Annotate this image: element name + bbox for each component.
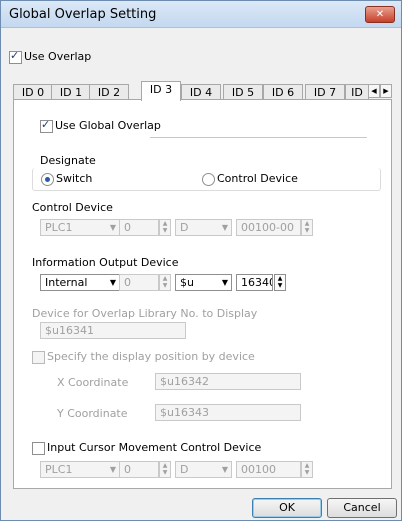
chevron-down-icon: ▼	[221, 223, 228, 232]
title-bar: Global Overlap Setting ✕	[1, 1, 401, 28]
info-output-address-field[interactable]: 16340	[236, 274, 273, 291]
chevron-down-icon: ▼	[109, 223, 116, 232]
plc-value: PLC1	[45, 221, 73, 234]
control-device-type-select[interactable]: D ▼	[175, 219, 232, 236]
overlap-library-field[interactable]: $u16341	[40, 322, 186, 339]
use-global-overlap-label: Use Global Overlap	[55, 119, 161, 132]
info-output-source-select[interactable]: Internal ▼	[40, 274, 120, 291]
control-device-plc-select[interactable]: PLC1 ▼	[40, 219, 120, 236]
control-device-address-spinner[interactable]: ▲ ▼	[301, 219, 313, 236]
y-coordinate-label: Y Coordinate	[57, 407, 128, 420]
chevron-down-icon: ▼	[221, 278, 228, 287]
tab-scroll-right-icon[interactable]: ▶	[380, 84, 392, 98]
overlap-library-label: Device for Overlap Library No. to Displa…	[32, 307, 258, 320]
plc-value: PLC1	[45, 463, 73, 476]
x-coordinate-field[interactable]: $u16342	[155, 373, 301, 390]
control-device-radio-label: Control Device	[217, 172, 298, 185]
info-output-index-spinner[interactable]: ▲ ▼	[159, 274, 171, 291]
info-output-index-field[interactable]: 0	[119, 274, 159, 291]
display-position-checkbox[interactable]	[32, 351, 45, 364]
control-device-index-field[interactable]: 0	[119, 219, 159, 236]
id-tab-strip: ID 0 ID 1 ID 2 ID 3 ID 4 ID 5 ID 6 ID 7 …	[13, 81, 392, 101]
use-global-overlap-checkbox[interactable]	[40, 118, 53, 133]
dialog-window: Global Overlap Setting ✕ Use Overlap ID …	[0, 0, 402, 521]
cursor-movement-address-spinner[interactable]: ▲ ▼	[301, 461, 313, 478]
separator	[150, 137, 367, 138]
tab-scroll-left-icon[interactable]: ◀	[368, 84, 380, 98]
info-output-type-select[interactable]: $u ▼	[175, 274, 232, 291]
cursor-movement-address-field[interactable]: 00100	[236, 461, 301, 478]
device-type-value: $u	[180, 276, 194, 289]
close-icon[interactable]: ✕	[365, 6, 395, 23]
chevron-down-icon: ▼	[109, 278, 116, 287]
switch-radio[interactable]	[41, 173, 54, 186]
cursor-movement-index-field[interactable]: 0	[119, 461, 159, 478]
cursor-movement-label: Input Cursor Movement Control Device	[47, 441, 262, 454]
info-output-address-spinner[interactable]: ▲ ▼	[274, 274, 286, 291]
cursor-movement-plc-select[interactable]: PLC1 ▼	[40, 461, 120, 478]
tab-id-3[interactable]: ID 3	[141, 81, 181, 101]
designate-label: Designate	[40, 154, 96, 167]
use-overlap-label: Use Overlap	[24, 50, 92, 63]
control-device-label: Control Device	[32, 201, 113, 214]
control-device-radio[interactable]	[202, 173, 215, 186]
chevron-down-icon: ▼	[109, 465, 116, 474]
source-value: Internal	[45, 276, 88, 289]
display-position-label: Specify the display position by device	[47, 350, 255, 363]
y-coordinate-field[interactable]: $u16343	[155, 404, 301, 421]
info-output-device-label: Information Output Device	[32, 256, 179, 269]
control-device-address-field[interactable]: 00100-00	[236, 219, 301, 236]
chevron-down-icon: ▼	[221, 465, 228, 474]
cursor-movement-index-spinner[interactable]: ▲ ▼	[159, 461, 171, 478]
switch-radio-label: Switch	[56, 172, 93, 185]
cursor-movement-type-select[interactable]: D ▼	[175, 461, 232, 478]
tab-panel-id-3: Use Global Overlap Designate Switch Cont…	[13, 99, 392, 489]
control-device-index-spinner[interactable]: ▲ ▼	[159, 219, 171, 236]
ok-button[interactable]: OK	[252, 498, 322, 518]
cancel-button[interactable]: Cancel	[327, 498, 397, 518]
cursor-movement-checkbox[interactable]	[32, 442, 45, 455]
device-type-value: D	[180, 463, 189, 476]
use-overlap-checkbox[interactable]	[9, 49, 22, 64]
device-type-value: D	[180, 221, 189, 234]
window-title: Global Overlap Setting	[9, 7, 157, 22]
x-coordinate-label: X Coordinate	[57, 376, 129, 389]
